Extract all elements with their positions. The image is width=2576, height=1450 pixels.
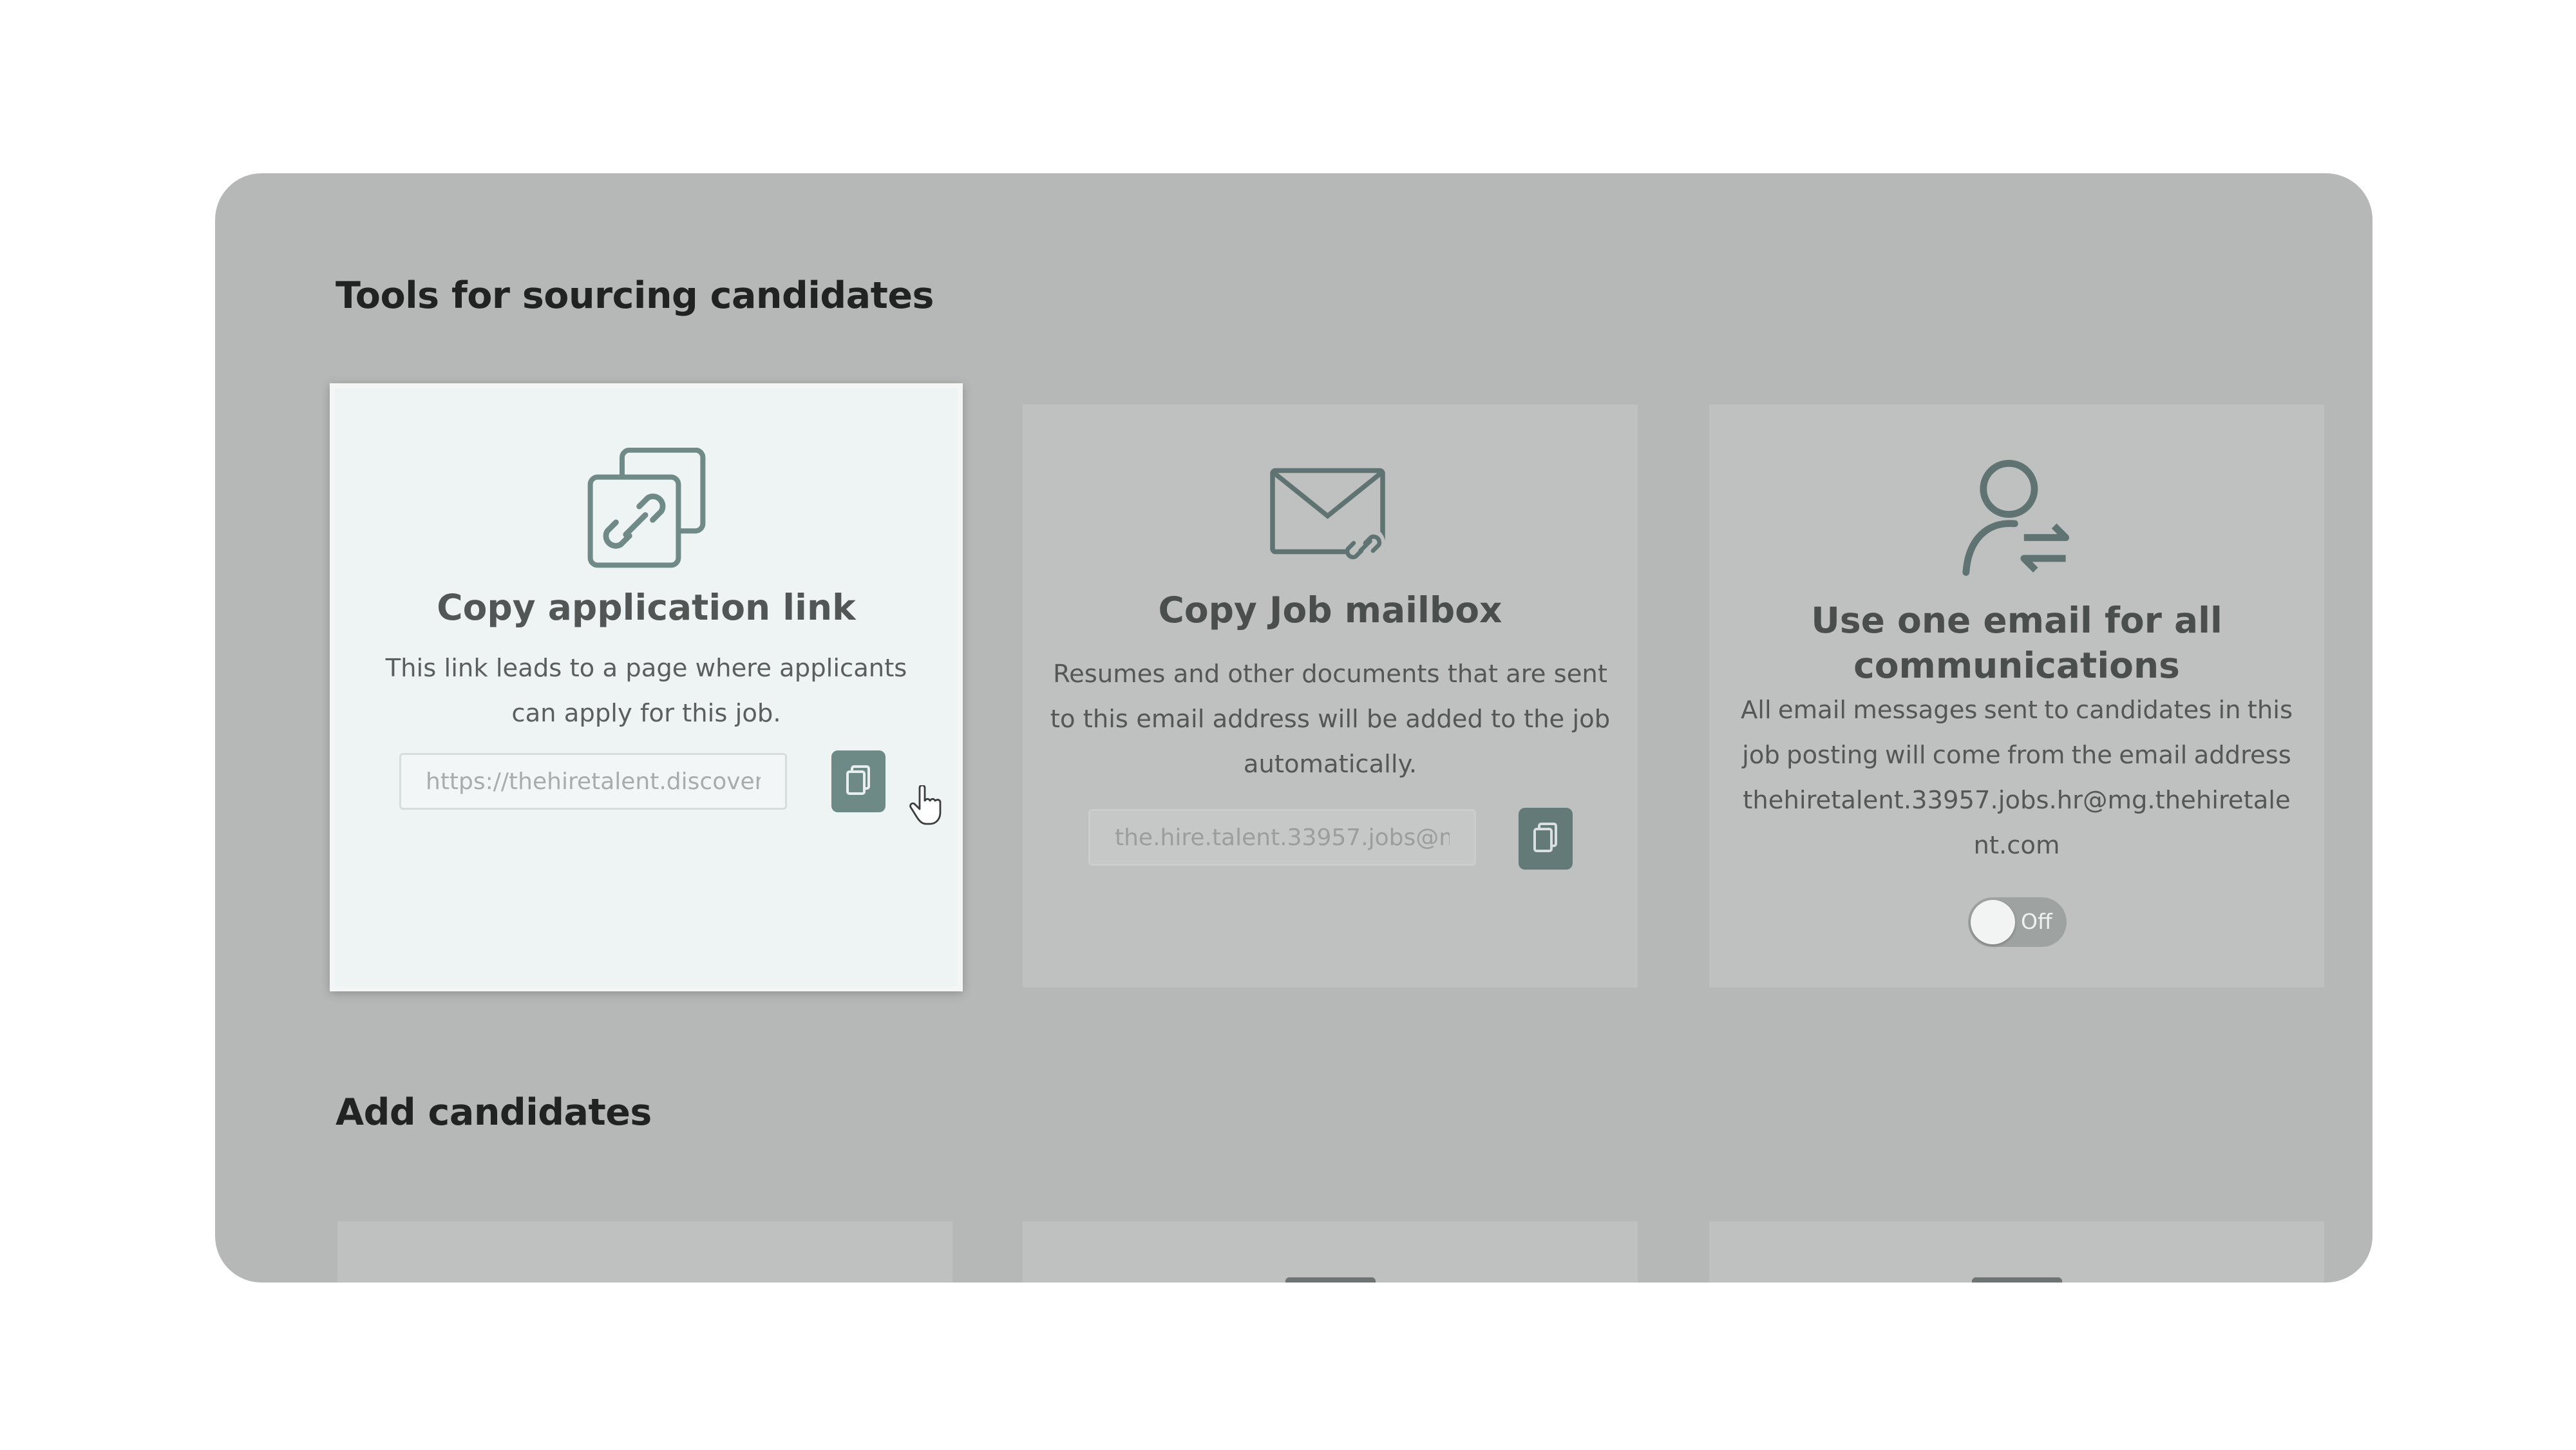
copy-icon <box>846 765 871 798</box>
copy-application-link-card[interactable]: Copy application link This link leads to… <box>330 383 963 991</box>
add-candidates-card[interactable] <box>337 1221 952 1283</box>
copy-link-button[interactable] <box>831 750 886 812</box>
mail-link-icon <box>1023 468 1638 564</box>
sourcing-panel: Tools for sourcing candidates Copy appli… <box>215 173 2372 1283</box>
card-icon-top <box>1972 1277 2062 1283</box>
section-title-add-candidates: Add candidates <box>336 1091 652 1134</box>
toggle-knob <box>1971 900 2015 944</box>
copy-mailbox-button[interactable] <box>1519 808 1573 870</box>
card-description: All email messages sent to candidates in… <box>1740 696 2293 860</box>
card-description: Resumes and other documents that are sen… <box>1050 660 1611 779</box>
add-candidates-card[interactable] <box>1023 1221 1638 1283</box>
link-copy-icon <box>335 448 958 570</box>
application-link-field[interactable] <box>399 753 787 810</box>
card-title: Use one email for all communications <box>1811 600 2222 686</box>
user-switch-icon <box>1709 456 2324 578</box>
add-candidates-card[interactable] <box>1709 1221 2324 1283</box>
card-title: Copy Job mailbox <box>1158 589 1502 631</box>
toggle-label: Off <box>2021 909 2052 934</box>
card-icon-top <box>1285 1277 1376 1283</box>
single-email-toggle[interactable]: Off <box>1968 897 2067 947</box>
copy-icon <box>1533 822 1558 855</box>
card-description: This link leads to a page where applican… <box>385 654 907 728</box>
copy-job-mailbox-card[interactable]: Copy Job mailbox Resumes and other docum… <box>1023 405 1638 987</box>
single-email-card: Use one email for all communications All… <box>1709 405 2324 987</box>
card-title: Copy application link <box>437 587 856 628</box>
job-mailbox-field[interactable] <box>1088 809 1476 866</box>
section-title-sourcing: Tools for sourcing candidates <box>336 274 934 317</box>
